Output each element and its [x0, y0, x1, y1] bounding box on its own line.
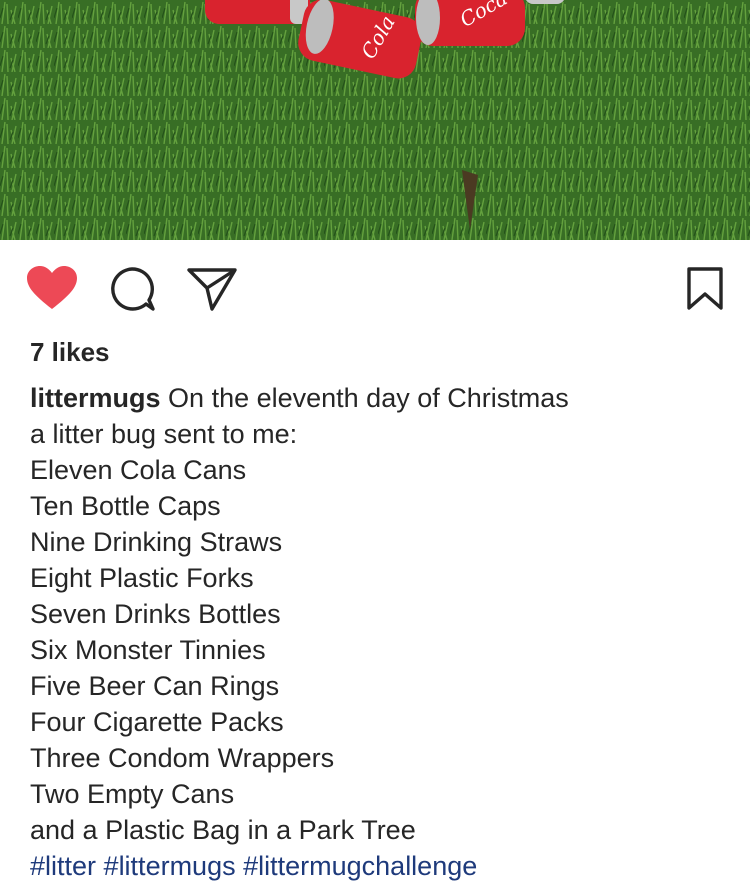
post-photo[interactable]: Cola Coca: [0, 0, 750, 240]
heart-icon: [27, 266, 77, 309]
photo-grass: Cola Coca: [0, 0, 750, 240]
caption-line: Three Condom Wrappers: [30, 743, 335, 773]
caption-text: On the eleventh day of Christmas: [168, 383, 569, 413]
caption-line: Eight Plastic Forks: [30, 563, 254, 593]
caption-line: and a Plastic Bag in a Park Tree: [30, 815, 416, 845]
post-caption: littermugs On the eleventh day of Christ…: [30, 380, 730, 884]
username-link[interactable]: littermugs: [30, 383, 161, 413]
caption-line: Two Empty Cans: [30, 779, 235, 809]
comment-button[interactable]: [108, 266, 156, 312]
caption-line: Five Beer Can Rings: [30, 671, 280, 701]
hashtag-link[interactable]: #littermugchallenge: [243, 851, 477, 881]
caption-line: Eleven Cola Cans: [30, 455, 247, 485]
paper-plane-icon: [187, 268, 237, 311]
share-button[interactable]: [186, 266, 238, 312]
caption-line: Ten Bottle Caps: [30, 491, 221, 521]
caption-line: Nine Drinking Straws: [30, 527, 283, 557]
bookmark-icon: [687, 267, 723, 310]
hashtag-link[interactable]: #littermugs: [104, 851, 236, 881]
hashtag-link[interactable]: #litter: [30, 851, 96, 881]
caption-first-line: littermugs On the eleventh day of Christ…: [30, 380, 730, 416]
cola-can: [526, 0, 564, 4]
caption-line: Four Cigarette Packs: [30, 707, 284, 737]
caption-line: a litter bug sent to me:: [30, 419, 298, 449]
likes-count[interactable]: 7 likes: [30, 334, 110, 370]
save-button[interactable]: [683, 266, 727, 312]
comment-icon: [111, 267, 155, 311]
post-action-bar: [0, 240, 750, 336]
cola-can: [205, 0, 310, 24]
caption-line: Seven Drinks Bottles: [30, 599, 281, 629]
like-button[interactable]: [26, 265, 78, 311]
hashtags-line: #litter #littermugs #littermugchallenge: [30, 848, 730, 884]
caption-line: Six Monster Tinnies: [30, 635, 266, 665]
cola-can: Coca: [415, 0, 525, 46]
